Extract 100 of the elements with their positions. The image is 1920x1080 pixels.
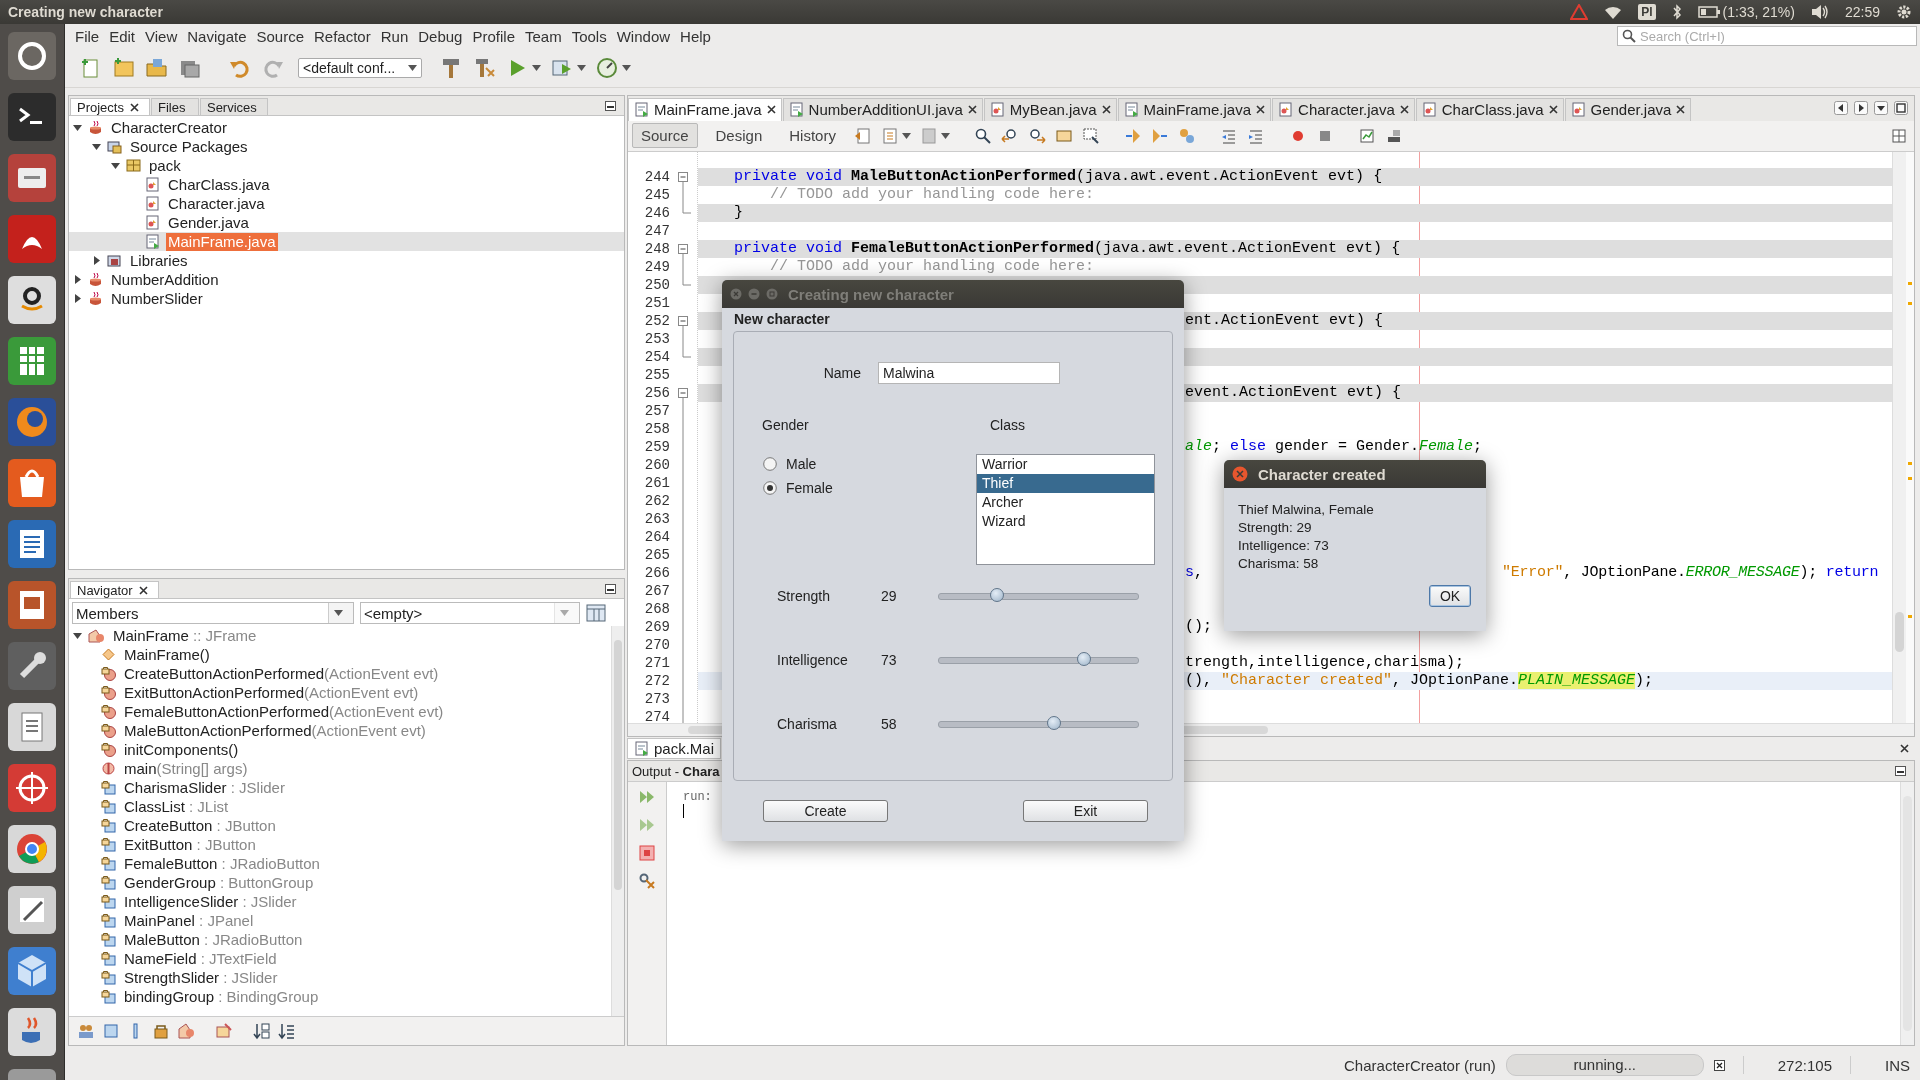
collapse-arrow-icon[interactable] [92,142,101,151]
scroll-right-icon[interactable] [1854,101,1868,116]
list-item[interactable]: Thief [977,474,1154,493]
close-icon[interactable] [138,585,148,595]
battery-icon[interactable] [1697,6,1720,18]
tree-item[interactable]: NumberSlider [109,289,205,308]
menu-item[interactable]: File [70,27,105,45]
panel-tab[interactable]: Services [199,98,268,115]
clock[interactable]: 22:59 [1844,4,1880,20]
panel-tab[interactable]: Projects [70,98,150,115]
menu-item[interactable]: Tools [566,27,612,45]
chart-icon[interactable] [1357,126,1376,145]
tree-item[interactable]: MaleButton : JRadioButton [122,930,305,949]
error-stripe-mark[interactable] [1908,461,1912,465]
collapse-arrow-icon[interactable] [111,161,120,170]
close-icon[interactable] [766,105,776,115]
text-document-icon[interactable] [8,520,56,568]
configuration-dropdown[interactable]: <default conf... [298,57,422,78]
tree-item[interactable]: Gender.java [166,213,251,232]
error-stripe-mark[interactable] [1908,281,1912,285]
close-icon[interactable] [1256,105,1266,115]
tree-item[interactable]: bindingGroup : BindingGroup [122,987,321,1006]
tree-item[interactable]: Character.java [166,194,267,213]
page-back-icon[interactable] [853,126,872,145]
tree-item[interactable]: MainFrame() [122,645,212,664]
radio-label[interactable]: Male [786,456,817,472]
menu-item[interactable]: Source [251,27,309,45]
collapse-arrow-icon[interactable] [73,123,82,132]
search-field[interactable]: Search (Ctrl+I) [1617,26,1917,46]
tree-item[interactable]: initComponents() [122,740,241,759]
find-icon[interactable] [973,126,992,145]
error-stripe-mark[interactable] [1908,476,1912,480]
warning-icon[interactable] [1570,4,1589,20]
panel-tab[interactable]: Files [150,98,199,115]
close-icon[interactable] [1548,105,1558,115]
collapse-arrow-icon[interactable] [73,631,82,640]
find-previous-icon[interactable] [1000,126,1019,145]
volume-icon[interactable] [1810,4,1829,20]
cube-icon[interactable] [8,947,56,995]
editor-tab[interactable]: Gender.java [1564,97,1692,121]
minimize-icon[interactable] [605,100,616,111]
name-field[interactable]: Malwina [878,362,1060,384]
layout-icon[interactable] [586,604,606,622]
lock-icon[interactable] [152,1022,170,1040]
target-icon[interactable] [8,764,56,812]
bookmark-previous-icon[interactable] [1123,126,1142,145]
settings-icon[interactable] [1896,4,1912,20]
tree-item[interactable]: pack [147,156,183,175]
menu-item[interactable]: Profile [467,27,520,45]
wifi-icon[interactable] [1604,5,1623,19]
panel-tab[interactable]: Navigator [70,581,159,598]
tree-item[interactable]: StrengthSlider : JSlider [122,968,280,987]
spreadsheet-icon[interactable] [8,337,56,385]
tree-item[interactable]: FemaleButton : JRadioButton [122,854,322,873]
close-icon[interactable] [1676,105,1686,115]
bag-icon[interactable] [8,459,56,507]
minimize-icon[interactable] [605,583,616,594]
fold-toggle-icon[interactable] [678,315,688,330]
form-icon[interactable] [215,1022,233,1040]
close-icon[interactable] [1101,105,1111,115]
dialog-button[interactable]: Create [763,800,888,822]
editor-tab[interactable]: NumberAdditionUI.java [782,97,983,121]
tree-item[interactable]: CreateButton : JButton [122,816,278,835]
terminal-icon[interactable] [8,93,56,141]
error-stripe-mark[interactable] [1908,301,1912,305]
bookmark-next-icon[interactable] [1150,126,1169,145]
tools-icon[interactable] [638,872,656,890]
people-icon[interactable] [77,1022,95,1040]
slider-thumb[interactable] [1047,715,1062,730]
tree-item[interactable]: CharClass.java [166,175,272,194]
tree-item[interactable]: MainPanel : JPanel [122,911,256,930]
expand-arrow-icon[interactable] [73,294,82,303]
drawer-icon[interactable] [8,154,56,202]
tree-item[interactable]: main(String[] args) [122,759,250,778]
menu-item[interactable]: Team [520,27,567,45]
new-project-icon[interactable] [112,55,136,80]
wrench-icon[interactable] [8,642,56,690]
radio-button[interactable] [763,457,777,471]
error-stripe-mark[interactable] [1908,614,1912,618]
panel-tab[interactable]: Output - Chara [632,763,720,779]
menu-item[interactable]: Navigate [182,27,252,45]
square-icon[interactable] [102,1022,120,1040]
shape-icon[interactable] [177,1022,195,1040]
tree-item[interactable]: ExitButton : JButton [122,835,258,854]
list-item[interactable]: Wizard [977,512,1154,531]
sort-alpha-icon[interactable] [253,1022,271,1040]
expand-arrow-icon[interactable] [73,275,82,284]
dialog-button[interactable]: Exit [1023,800,1148,822]
view-tab[interactable]: History [780,123,845,149]
rerun-icon[interactable] [638,788,656,806]
menu-item[interactable]: View [140,27,183,45]
presentation-icon[interactable] [8,581,56,629]
bookmark-toggle-icon[interactable] [1177,126,1196,145]
editor-tab[interactable]: MainFrame.java [628,97,782,121]
fold-toggle-icon[interactable] [678,171,688,186]
menu-item[interactable]: Window [611,27,676,45]
radio-button[interactable] [763,481,777,495]
split-icon[interactable] [1892,128,1906,143]
editor-tab[interactable]: Character.java [1272,97,1415,121]
stop-icon[interactable] [638,844,656,862]
